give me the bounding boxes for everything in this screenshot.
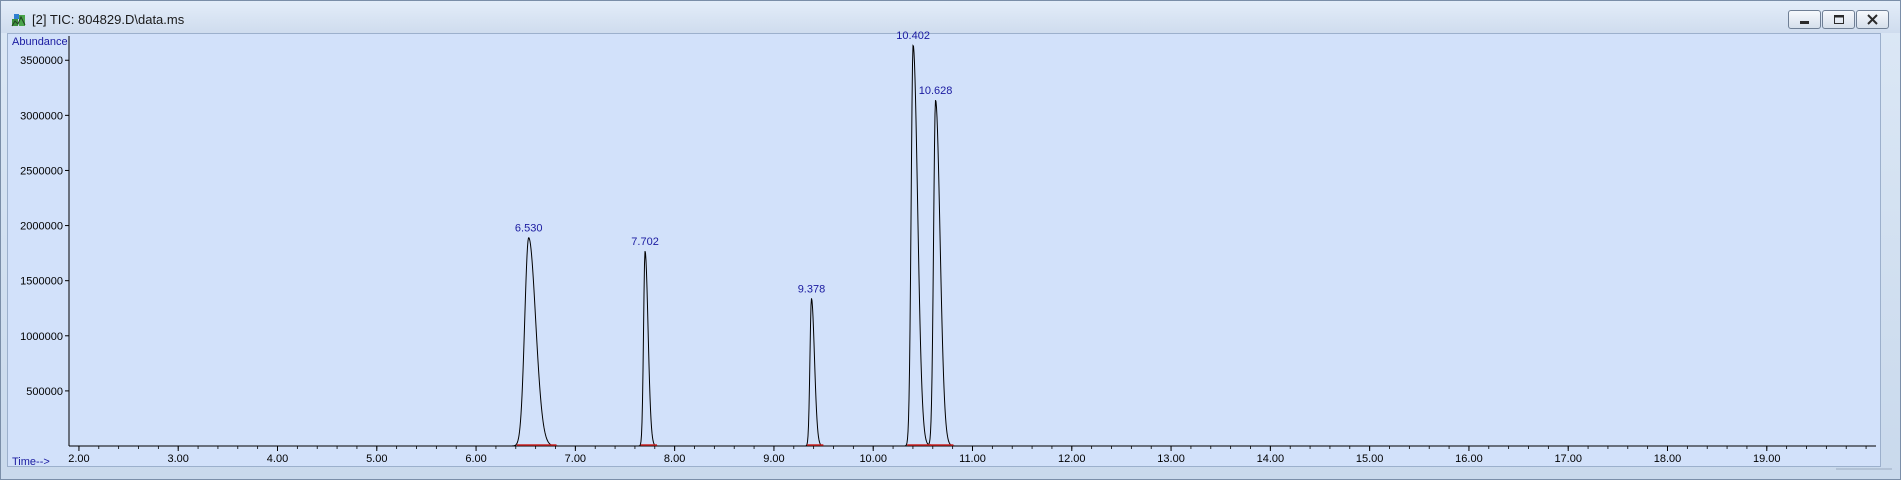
peak-label: 6.530 [515, 223, 543, 235]
x-tick-label: 18.00 [1654, 453, 1682, 465]
x-tick-label: 11.00 [959, 453, 986, 465]
x-tick-label: 13.00 [1157, 453, 1185, 465]
x-tick-label: 19.00 [1753, 453, 1781, 465]
peak-label: 7.702 [631, 236, 659, 248]
peak-label: 10.628 [919, 85, 953, 97]
x-tick-label: 7.00 [565, 453, 586, 465]
y-tick-label: 1500000 [20, 276, 63, 288]
x-tick-label: 3.00 [168, 453, 189, 465]
minimize-button[interactable] [1788, 10, 1821, 29]
x-tick-label: 15.00 [1356, 453, 1384, 465]
peak-label: 9.378 [798, 283, 826, 295]
x-tick-label: 2.00 [68, 453, 89, 465]
x-tick-label: 10.00 [859, 453, 887, 465]
x-tick-label: 16.00 [1455, 453, 1483, 465]
tic-trace-line [69, 44, 1876, 447]
chart-axes: 500000 1000000 1500000 2000000 2500000 300000… [12, 36, 1876, 468]
peak-label: 10.402 [896, 30, 930, 42]
x-axis-title: Time--> [12, 456, 50, 468]
x-tick-label: 14.00 [1257, 453, 1285, 465]
x-tick-label: 4.00 [267, 453, 288, 465]
x-tick-label: 6.00 [465, 453, 486, 465]
y-tick-label: 3000000 [20, 110, 63, 122]
y-tick-label: 3500000 [20, 55, 63, 67]
peak-labels: 6.530 7.702 9.378 10.402 10.628 [515, 30, 952, 295]
y-axis-title: Abundance [12, 36, 68, 48]
x-tick-label: 17.00 [1554, 453, 1582, 465]
chromatogram-plot-area[interactable]: 500000 1000000 1500000 2000000 2500000 300000… [7, 30, 1882, 468]
chromatogram-app-icon [11, 14, 26, 27]
resize-grip[interactable] [1834, 467, 1894, 477]
close-icon [1867, 14, 1878, 25]
tic-trace [69, 44, 1876, 447]
tic-chromatogram-chart[interactable]: 500000 1000000 1500000 2000000 2500000 300000… [8, 30, 1882, 468]
x-tick-label: 9.00 [763, 453, 784, 465]
x-tick-label: 12.00 [1058, 453, 1086, 465]
y-tick-label: 500000 [26, 386, 63, 398]
y-tick-label: 2500000 [20, 165, 63, 177]
title-bar[interactable]: [2] TIC: 804829.D\data.ms [1, 1, 1900, 33]
x-tick-label: 8.00 [664, 453, 685, 465]
maximize-button[interactable] [1822, 10, 1855, 29]
window-title: [2] TIC: 804829.D\data.ms [32, 12, 185, 27]
y-tick-label: 2000000 [20, 221, 63, 233]
y-tick-label: 1000000 [20, 331, 63, 343]
x-tick-label: 5.00 [366, 453, 387, 465]
maximize-icon [1834, 15, 1844, 24]
chromatogram-window: [2] TIC: 804829.D\data.ms 500000 1000000 1… [0, 0, 1901, 480]
minimize-icon [1800, 21, 1809, 24]
close-button[interactable] [1856, 10, 1889, 29]
